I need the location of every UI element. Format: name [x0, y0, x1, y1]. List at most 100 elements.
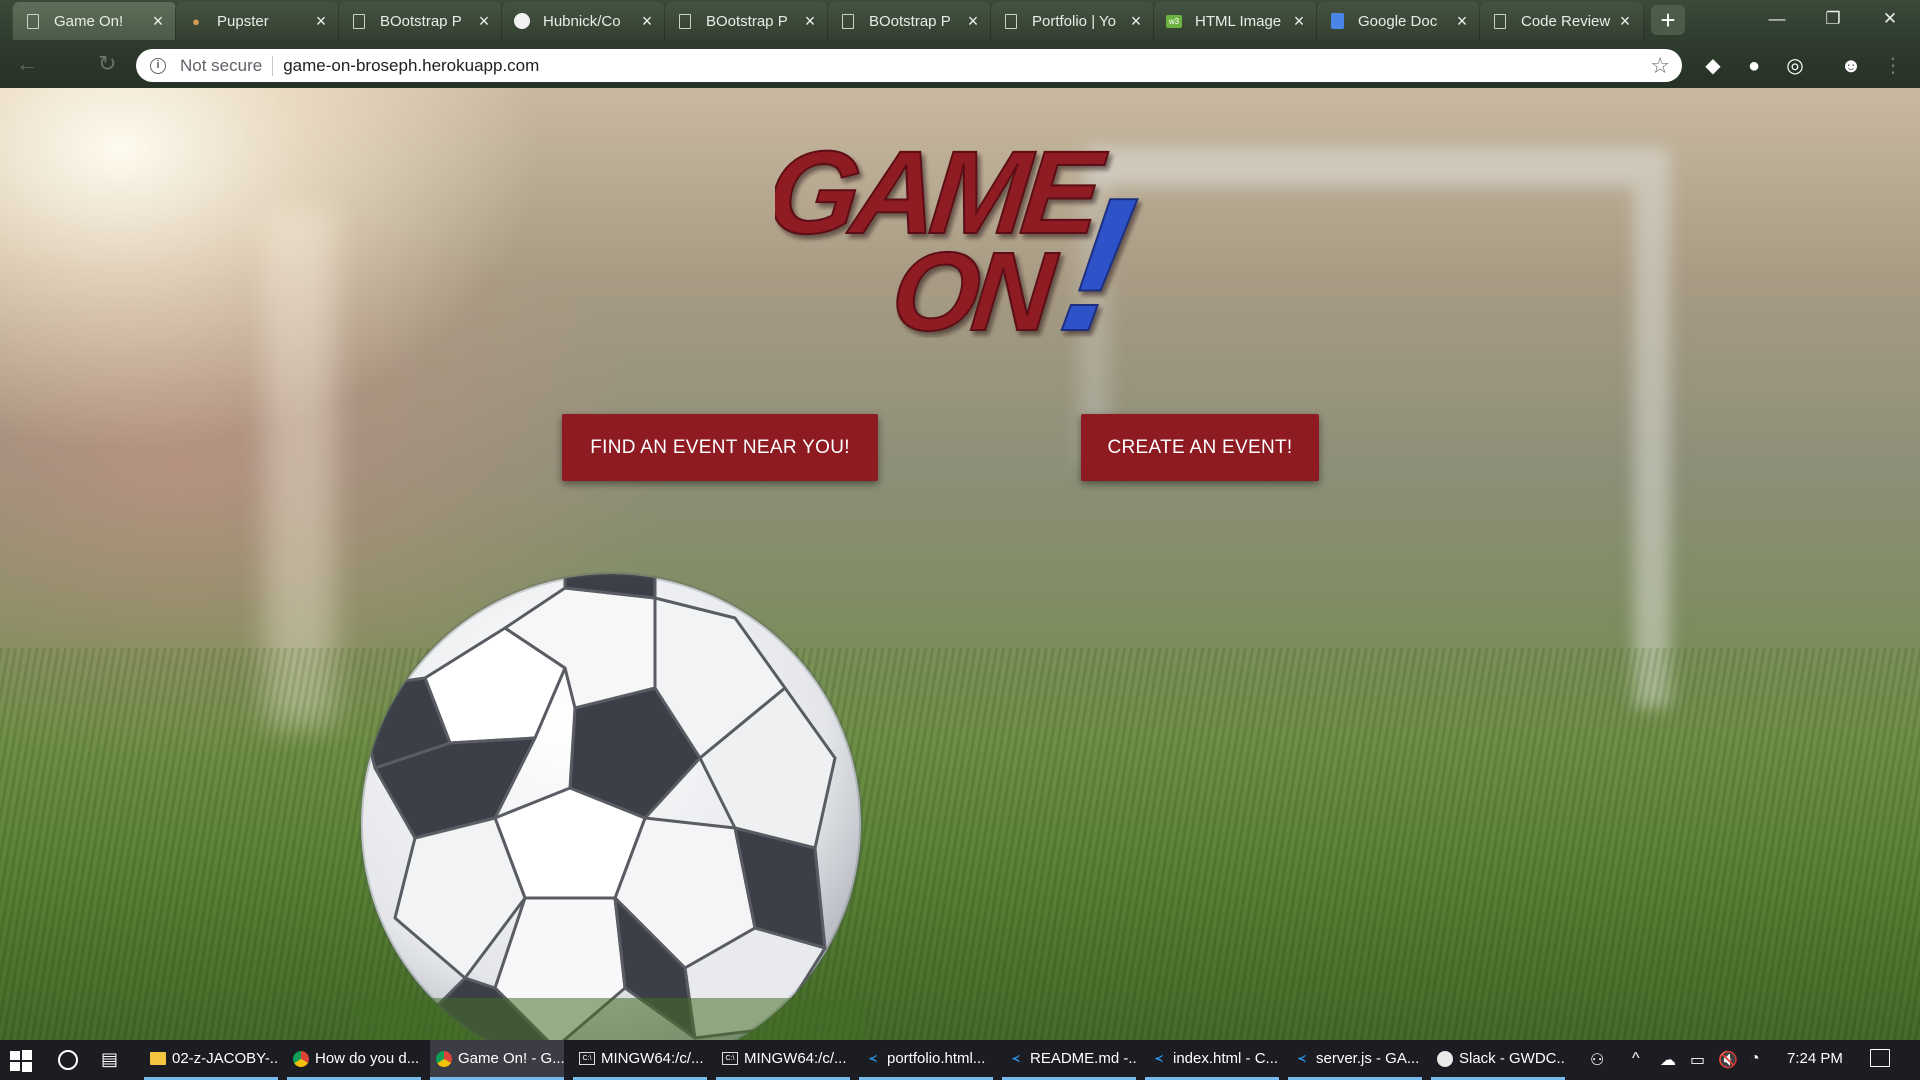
document-icon: [1492, 13, 1508, 29]
folder-icon: [150, 1052, 166, 1065]
close-icon[interactable]: ×: [311, 11, 331, 32]
tab-title: HTML Image: [1195, 12, 1282, 30]
find-event-button[interactable]: FIND AN EVENT NEAR YOU!: [562, 414, 878, 481]
onedrive-cloud-icon[interactable]: ☁: [1660, 1050, 1676, 1070]
background-grass: [0, 648, 1920, 1040]
tab-title: BOotstrap P: [706, 12, 788, 30]
taskbar-item-label: MINGW64:/c/...: [601, 1050, 704, 1067]
close-icon[interactable]: ×: [800, 11, 820, 32]
info-icon[interactable]: i: [150, 57, 166, 74]
task-view-icon[interactable]: ▤: [101, 1049, 118, 1070]
new-tab-button[interactable]: +: [1651, 5, 1685, 35]
omnibox[interactable]: i Not secure game-on-broseph.herokuapp.c…: [136, 49, 1682, 82]
show-hidden-icons-chevron-icon[interactable]: ^: [1632, 1050, 1640, 1068]
taskbar-item-label: MINGW64:/c/...: [744, 1050, 847, 1067]
tab-google-doc[interactable]: Google Doc ×: [1316, 2, 1481, 40]
taskbar-item-explorer[interactable]: 02-z-JACOBY-...: [144, 1040, 278, 1080]
tab-title: BOotstrap P: [869, 12, 951, 30]
taskbar-item-chrome-1[interactable]: How do you d...: [287, 1040, 421, 1080]
taskbar-item-vscode-3[interactable]: ≺ index.html - C...: [1145, 1040, 1279, 1080]
bookmark-star-icon[interactable]: ☆: [1650, 53, 1670, 79]
taskbar-item-label: index.html - C...: [1173, 1050, 1279, 1067]
tab-title: Game On!: [54, 12, 124, 30]
close-icon[interactable]: ×: [148, 11, 168, 32]
taskbar-item-label: README.md -...: [1030, 1050, 1136, 1067]
github-icon: [514, 13, 530, 29]
taskbar-item-label: server.js - GA...: [1316, 1050, 1420, 1067]
close-icon[interactable]: ×: [1615, 11, 1635, 32]
taskbar-item-vscode-1[interactable]: ≺ portfolio.html...: [859, 1040, 993, 1080]
pupster-icon: ●: [192, 13, 200, 29]
tab-title: Pupster: [217, 12, 269, 30]
slack-icon: [1437, 1050, 1453, 1067]
tab-title: Portfolio | Yo: [1032, 12, 1116, 30]
taskbar-item-vscode-2[interactable]: ≺ README.md -...: [1002, 1040, 1136, 1080]
taskbar-item-terminal-1[interactable]: C:\ MINGW64:/c/...: [573, 1040, 707, 1080]
close-icon[interactable]: ×: [1126, 11, 1146, 32]
extension-camera-icon[interactable]: ◎: [1782, 53, 1808, 79]
tab-code-review[interactable]: Code Review ×: [1479, 2, 1644, 40]
taskbar-item-label: How do you d...: [315, 1050, 420, 1067]
page-viewport: GAME ON ! FIND AN EVENT NEAR YOU! CREATE…: [0, 88, 1920, 1040]
back-icon[interactable]: ←: [16, 51, 38, 77]
taskbar-item-label: Game On! - G...: [458, 1050, 564, 1067]
close-icon[interactable]: ×: [1289, 11, 1309, 32]
volume-muted-icon[interactable]: 🔇: [1718, 1050, 1738, 1070]
terminal-icon: C:\: [579, 1052, 595, 1065]
action-center-icon[interactable]: [1870, 1049, 1890, 1067]
minimize-button[interactable]: —: [1749, 0, 1805, 38]
vscode-icon: ≺: [1011, 1053, 1021, 1065]
document-icon: [1003, 13, 1019, 29]
tab-pupster[interactable]: ● Pupster ×: [175, 2, 340, 40]
taskbar-item-chrome-2[interactable]: Game On! - G...: [430, 1040, 564, 1080]
vscode-icon: ≺: [868, 1053, 878, 1065]
security-label[interactable]: Not secure: [180, 56, 262, 76]
browser-chrome: Game On! × ● Pupster × BOotstrap P × Hub…: [0, 0, 1920, 88]
tab-portfolio[interactable]: Portfolio | Yo ×: [990, 2, 1155, 40]
system-clock[interactable]: 7:24 PM: [1787, 1050, 1843, 1067]
tab-bootstrap-2[interactable]: BOotstrap P ×: [664, 2, 829, 40]
taskbar-item-label: portfolio.html...: [887, 1050, 986, 1067]
close-window-button[interactable]: ✕: [1862, 0, 1918, 38]
profile-avatar-icon[interactable]: ☻: [1838, 53, 1864, 79]
reload-icon[interactable]: ↻: [98, 51, 116, 77]
create-event-button[interactable]: CREATE AN EVENT!: [1081, 414, 1319, 481]
tab-github[interactable]: Hubnick/Co ×: [501, 2, 666, 40]
vscode-icon: ≺: [1154, 1053, 1164, 1065]
page-icon: [25, 13, 41, 29]
taskbar-item-terminal-2[interactable]: C:\ MINGW64:/c/...: [716, 1040, 850, 1080]
people-icon[interactable]: ⚇: [1590, 1050, 1604, 1070]
cortana-search-icon[interactable]: [58, 1050, 78, 1070]
url-text[interactable]: game-on-broseph.herokuapp.com: [283, 56, 539, 76]
close-icon[interactable]: ×: [963, 11, 983, 32]
omnibox-divider: [272, 55, 274, 76]
tab-title: Google Doc: [1358, 12, 1438, 30]
restore-button[interactable]: ❐: [1805, 0, 1861, 38]
taskbar-item-vscode-4[interactable]: ≺ server.js - GA...: [1288, 1040, 1422, 1080]
close-icon[interactable]: ×: [637, 11, 657, 32]
menu-icon[interactable]: ⋮: [1880, 53, 1906, 79]
taskbar-item-label: Slack - GWDC...: [1459, 1050, 1565, 1067]
close-icon[interactable]: ×: [1452, 11, 1472, 32]
tab-bootstrap-3[interactable]: BOotstrap P ×: [827, 2, 992, 40]
tab-html-image[interactable]: w3 HTML Image ×: [1153, 2, 1318, 40]
soccer-ball-image: [355, 572, 867, 1040]
google-docs-icon: [1329, 13, 1345, 29]
tab-title: Code Review: [1521, 12, 1611, 30]
extension-gem-icon[interactable]: ◆: [1700, 53, 1726, 79]
vscode-icon: ≺: [1297, 1053, 1307, 1065]
address-bar-row: ← ↻ i Not secure game-on-broseph.herokua…: [0, 41, 1920, 88]
battery-icon[interactable]: ▭: [1690, 1050, 1705, 1070]
w3schools-icon: w3: [1166, 13, 1182, 29]
chrome-icon: [293, 1050, 309, 1067]
chrome-icon: [436, 1050, 452, 1067]
taskbar-item-slack[interactable]: Slack - GWDC...: [1431, 1040, 1565, 1080]
tab-bootstrap-1[interactable]: BOotstrap P ×: [338, 2, 503, 40]
wifi-icon[interactable]: ◔: [1750, 1050, 1760, 1068]
terminal-icon: C:\: [722, 1052, 738, 1065]
tab-title: BOotstrap P: [380, 12, 462, 30]
tab-game-on[interactable]: Game On! ×: [12, 2, 177, 40]
close-icon[interactable]: ×: [474, 11, 494, 32]
windows-start-icon[interactable]: [10, 1050, 32, 1072]
extension-circle-icon[interactable]: ●: [1741, 53, 1767, 79]
